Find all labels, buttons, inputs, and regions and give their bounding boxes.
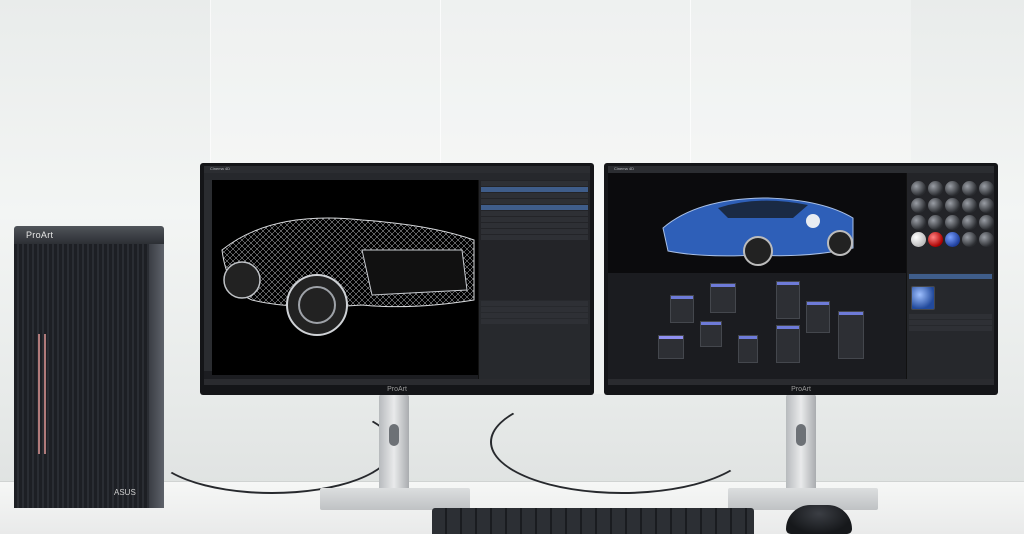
material-swatch[interactable]: [945, 215, 960, 230]
right-monitor-stand: [786, 394, 816, 494]
material-swatch[interactable]: [911, 181, 926, 196]
material-swatch[interactable]: [979, 181, 994, 196]
3d-viewport[interactable]: [212, 180, 478, 375]
wireframe-car-image: [221, 217, 475, 336]
app-titlebar: Cinema 4D: [608, 166, 994, 173]
material-swatch[interactable]: [945, 181, 960, 196]
shader-node[interactable]: [838, 311, 864, 359]
attribute-row[interactable]: [481, 307, 588, 312]
left-monitor-stand: [379, 394, 409, 494]
monitor-brand-label: ProArt: [387, 386, 407, 393]
shader-node[interactable]: [658, 335, 684, 359]
tower-logo: ProArt: [26, 230, 54, 240]
material-browser[interactable]: [906, 173, 994, 273]
material-swatch[interactable]: [962, 198, 977, 213]
tower-top: ProArt: [14, 226, 164, 244]
material-swatch[interactable]: [928, 181, 943, 196]
stand-cable-hole: [389, 424, 399, 446]
attribute-row[interactable]: [481, 301, 588, 306]
material-grid[interactable]: [911, 181, 994, 247]
pc-tower: ProArt ASUS: [14, 226, 164, 508]
monitor-brand-label: ProArt: [791, 386, 811, 393]
material-swatch[interactable]: [962, 232, 977, 247]
attribute-row[interactable]: [909, 314, 992, 319]
object-row[interactable]: [481, 187, 588, 192]
object-row[interactable]: [481, 235, 588, 240]
object-row[interactable]: [481, 181, 588, 186]
object-row[interactable]: [481, 211, 588, 216]
attributes-panel[interactable]: [906, 273, 994, 379]
attribute-row[interactable]: [909, 320, 992, 325]
material-swatch[interactable]: [962, 181, 977, 196]
tower-side-panel: [149, 244, 164, 508]
material-swatch[interactable]: [928, 215, 943, 230]
attribute-row[interactable]: [481, 319, 588, 324]
app-title: Cinema 4D: [614, 166, 635, 171]
material-swatch[interactable]: [911, 215, 926, 230]
left-monitor: Cinema 4D ProArt: [200, 163, 594, 395]
object-row[interactable]: [481, 199, 588, 204]
monitor-cable-left: [150, 400, 394, 494]
material-swatch[interactable]: [979, 198, 994, 213]
render-viewport[interactable]: [608, 173, 906, 273]
keyboard: [432, 508, 754, 534]
left-monitor-screen: Cinema 4D: [204, 166, 590, 385]
shader-node[interactable]: [700, 321, 722, 347]
shader-node[interactable]: [806, 301, 830, 333]
material-swatch[interactable]: [945, 198, 960, 213]
app-menubar: [204, 173, 590, 180]
object-row[interactable]: [481, 205, 588, 210]
node-editor[interactable]: [608, 273, 906, 379]
right-monitor-screen: Cinema 4D: [608, 166, 994, 385]
tower-light-stripe: [38, 334, 40, 454]
object-row[interactable]: [481, 229, 588, 234]
left-monitor-base: [320, 488, 470, 510]
shader-node[interactable]: [776, 325, 800, 363]
shader-node[interactable]: [776, 281, 800, 319]
material-swatch[interactable]: [962, 215, 977, 230]
material-swatch[interactable]: [979, 215, 994, 230]
tower-light-stripe: [44, 334, 46, 454]
shader-node[interactable]: [670, 295, 694, 323]
tool-palette[interactable]: [204, 180, 212, 371]
monitor-cable-right: [490, 390, 754, 494]
attribute-tab[interactable]: [909, 274, 992, 279]
attribute-row[interactable]: [481, 313, 588, 318]
app-title: Cinema 4D: [210, 166, 231, 171]
material-swatch[interactable]: [911, 232, 926, 247]
rendered-car-image: [662, 197, 854, 266]
tower-front-grille: [14, 244, 149, 508]
mouse: [786, 505, 852, 534]
right-monitor: Cinema 4D ProArt: [604, 163, 998, 395]
object-manager-panel[interactable]: [478, 180, 590, 300]
material-swatch[interactable]: [979, 232, 994, 247]
shader-node[interactable]: [738, 335, 758, 363]
material-swatch[interactable]: [928, 198, 943, 213]
material-swatch[interactable]: [928, 232, 943, 247]
attribute-row[interactable]: [909, 326, 992, 331]
attributes-panel[interactable]: [478, 300, 590, 379]
app-titlebar: Cinema 4D: [204, 166, 590, 173]
material-preview: [911, 286, 935, 310]
object-row[interactable]: [481, 193, 588, 198]
object-row[interactable]: [481, 223, 588, 228]
tower-brand-logo: ASUS: [114, 488, 136, 497]
shader-node[interactable]: [710, 283, 736, 313]
object-row[interactable]: [481, 217, 588, 222]
stand-cable-hole: [796, 424, 806, 446]
material-swatch[interactable]: [945, 232, 960, 247]
material-swatch[interactable]: [911, 198, 926, 213]
